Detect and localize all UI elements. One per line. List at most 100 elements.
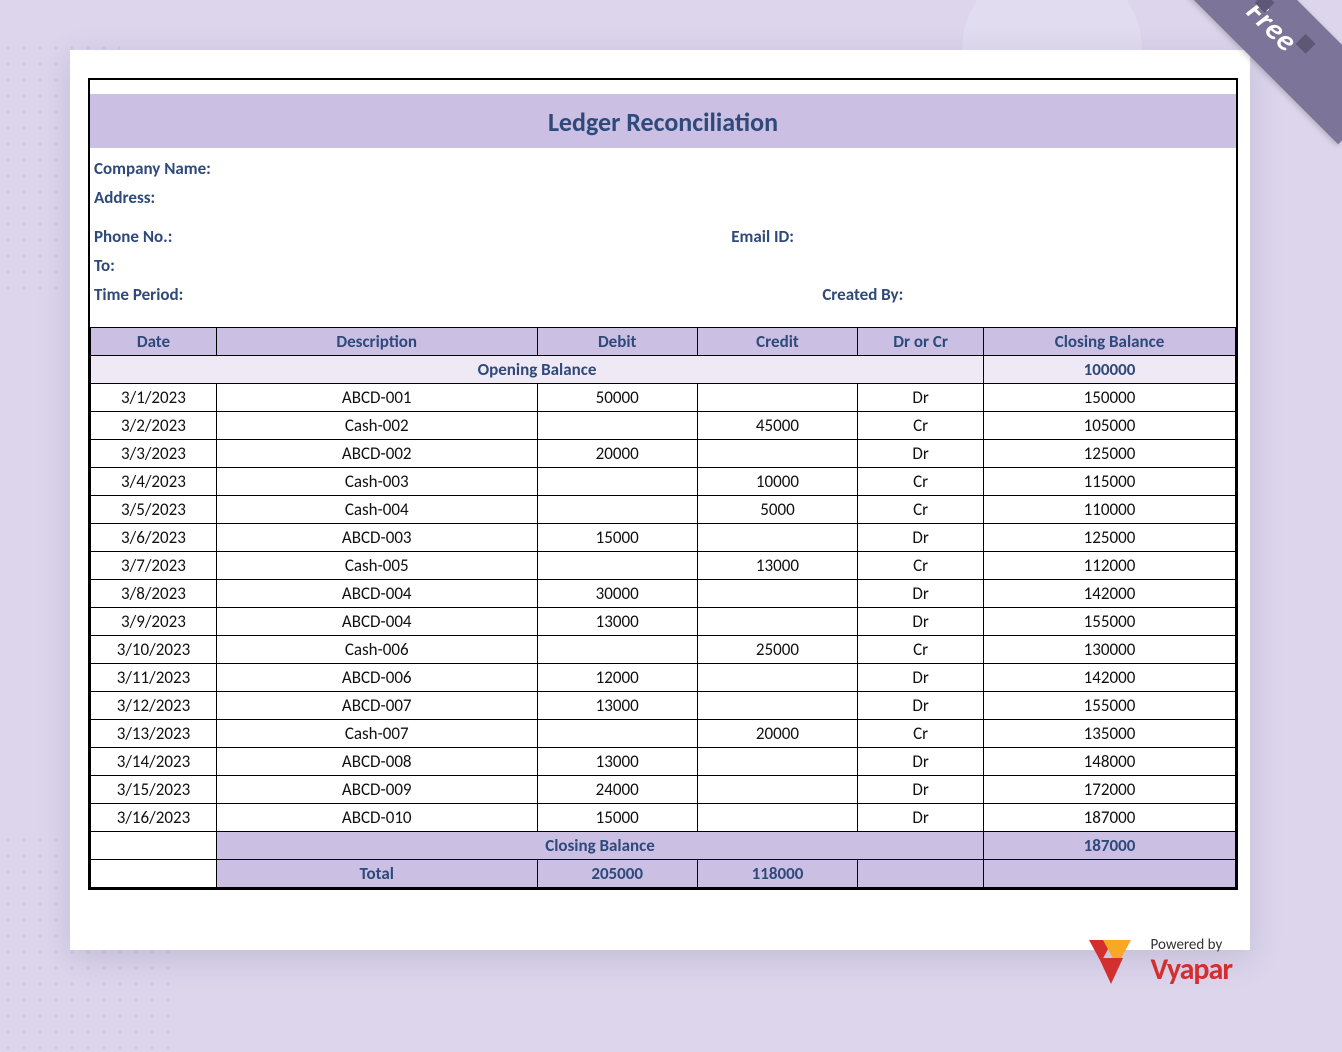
cell-desc: Cash-002: [216, 412, 537, 440]
cell-closing: 172000: [984, 776, 1236, 804]
cell-desc: ABCD-009: [216, 776, 537, 804]
email-label: Email ID:: [731, 226, 794, 247]
cell-drcr: Cr: [858, 636, 984, 664]
document-title: Ledger Reconciliation: [90, 94, 1236, 148]
cell-closing: 142000: [984, 664, 1236, 692]
cell-desc: ABCD-007: [216, 692, 537, 720]
cell-closing: 148000: [984, 748, 1236, 776]
cell-debit: [537, 720, 697, 748]
cell-desc: ABCD-006: [216, 664, 537, 692]
cell-drcr: Cr: [858, 496, 984, 524]
document-frame: Ledger Reconciliation Company Name: Addr…: [88, 78, 1238, 890]
cell-credit: 20000: [697, 720, 857, 748]
table-row: 3/13/2023Cash-00720000Cr135000: [91, 720, 1236, 748]
cell-drcr: Dr: [858, 748, 984, 776]
cell-desc: ABCD-010: [216, 804, 537, 832]
cell-debit: 50000: [537, 384, 697, 412]
cell-credit: [697, 440, 857, 468]
total-row: Total 205000 118000: [91, 860, 1236, 888]
cell-desc: ABCD-008: [216, 748, 537, 776]
cell-desc: Cash-004: [216, 496, 537, 524]
table-row: 3/2/2023Cash-00245000Cr105000: [91, 412, 1236, 440]
cell-drcr: Dr: [858, 384, 984, 412]
vyapar-logo-icon: [1083, 936, 1143, 986]
cell-drcr: Cr: [858, 720, 984, 748]
table-row: 3/12/2023ABCD-00713000Dr155000: [91, 692, 1236, 720]
cell-closing: 115000: [984, 468, 1236, 496]
cell-drcr: Dr: [858, 804, 984, 832]
cell-date: 3/10/2023: [91, 636, 217, 664]
table-row: 3/11/2023ABCD-00612000Dr142000: [91, 664, 1236, 692]
col-credit: Credit: [697, 328, 857, 356]
cell-closing: 187000: [984, 804, 1236, 832]
opening-balance-label: Opening Balance: [91, 356, 984, 384]
col-closing: Closing Balance: [984, 328, 1236, 356]
cell-closing: 135000: [984, 720, 1236, 748]
cell-drcr: Dr: [858, 524, 984, 552]
cell-date: 3/9/2023: [91, 608, 217, 636]
ribbon-label: Free: [1239, 0, 1306, 60]
cell-debit: 20000: [537, 440, 697, 468]
cell-desc: ABCD-004: [216, 580, 537, 608]
table-row: 3/1/2023ABCD-00150000Dr150000: [91, 384, 1236, 412]
cell-credit: 5000: [697, 496, 857, 524]
cell-date: 3/3/2023: [91, 440, 217, 468]
company-info-block: Company Name: Address: Phone No.: Email …: [90, 148, 1236, 327]
address-label: Address:: [94, 187, 155, 208]
cell-credit: [697, 748, 857, 776]
cell-debit: 13000: [537, 748, 697, 776]
cell-desc: Cash-005: [216, 552, 537, 580]
table-row: 3/3/2023ABCD-00220000Dr125000: [91, 440, 1236, 468]
cell-closing: 155000: [984, 608, 1236, 636]
cell-drcr: Dr: [858, 608, 984, 636]
cell-desc: ABCD-004: [216, 608, 537, 636]
table-row: 3/4/2023Cash-00310000Cr115000: [91, 468, 1236, 496]
cell-desc: Cash-006: [216, 636, 537, 664]
cell-debit: [537, 412, 697, 440]
cell-closing: 142000: [984, 580, 1236, 608]
cell-closing: 150000: [984, 384, 1236, 412]
cell-drcr: Dr: [858, 440, 984, 468]
table-row: 3/7/2023Cash-00513000Cr112000: [91, 552, 1236, 580]
cell-drcr: Cr: [858, 412, 984, 440]
cell-drcr: Cr: [858, 468, 984, 496]
table-row: 3/15/2023ABCD-00924000Dr172000: [91, 776, 1236, 804]
brand-name: Vyapar: [1151, 955, 1232, 985]
cell-date: 3/15/2023: [91, 776, 217, 804]
cell-credit: [697, 384, 857, 412]
col-drcr: Dr or Cr: [858, 328, 984, 356]
cell-closing: 125000: [984, 440, 1236, 468]
total-credit: 118000: [697, 860, 857, 888]
cell-closing: 130000: [984, 636, 1236, 664]
cell-drcr: Dr: [858, 776, 984, 804]
cell-date: 3/2/2023: [91, 412, 217, 440]
ledger-table: Date Description Debit Credit Dr or Cr C…: [90, 327, 1236, 888]
opening-balance-row: Opening Balance 100000: [91, 356, 1236, 384]
time-period-label: Time Period:: [94, 284, 183, 305]
cell-credit: [697, 804, 857, 832]
cell-date: 3/6/2023: [91, 524, 217, 552]
table-row: 3/9/2023ABCD-00413000 Dr155000: [91, 608, 1236, 636]
cell-credit: 45000: [697, 412, 857, 440]
table-row: 3/10/2023Cash-006 25000Cr130000: [91, 636, 1236, 664]
opening-balance-value: 100000: [984, 356, 1236, 384]
phone-label: Phone No.:: [94, 226, 172, 247]
cell-date: 3/14/2023: [91, 748, 217, 776]
table-row: 3/8/2023ABCD-00430000Dr142000: [91, 580, 1236, 608]
cell-drcr: Dr: [858, 664, 984, 692]
cell-desc: ABCD-001: [216, 384, 537, 412]
cell-credit: [697, 776, 857, 804]
cell-credit: 25000: [697, 636, 857, 664]
cell-credit: [697, 692, 857, 720]
cell-credit: 13000: [697, 552, 857, 580]
cell-date: 3/7/2023: [91, 552, 217, 580]
col-date: Date: [91, 328, 217, 356]
cell-debit: 13000: [537, 608, 697, 636]
cell-credit: [697, 580, 857, 608]
cell-date: 3/11/2023: [91, 664, 217, 692]
cell-desc: Cash-003: [216, 468, 537, 496]
closing-balance-value: 187000: [984, 832, 1236, 860]
col-debit: Debit: [537, 328, 697, 356]
created-by-label: Created By:: [822, 284, 903, 305]
table-row: 3/5/2023Cash-0045000Cr110000: [91, 496, 1236, 524]
